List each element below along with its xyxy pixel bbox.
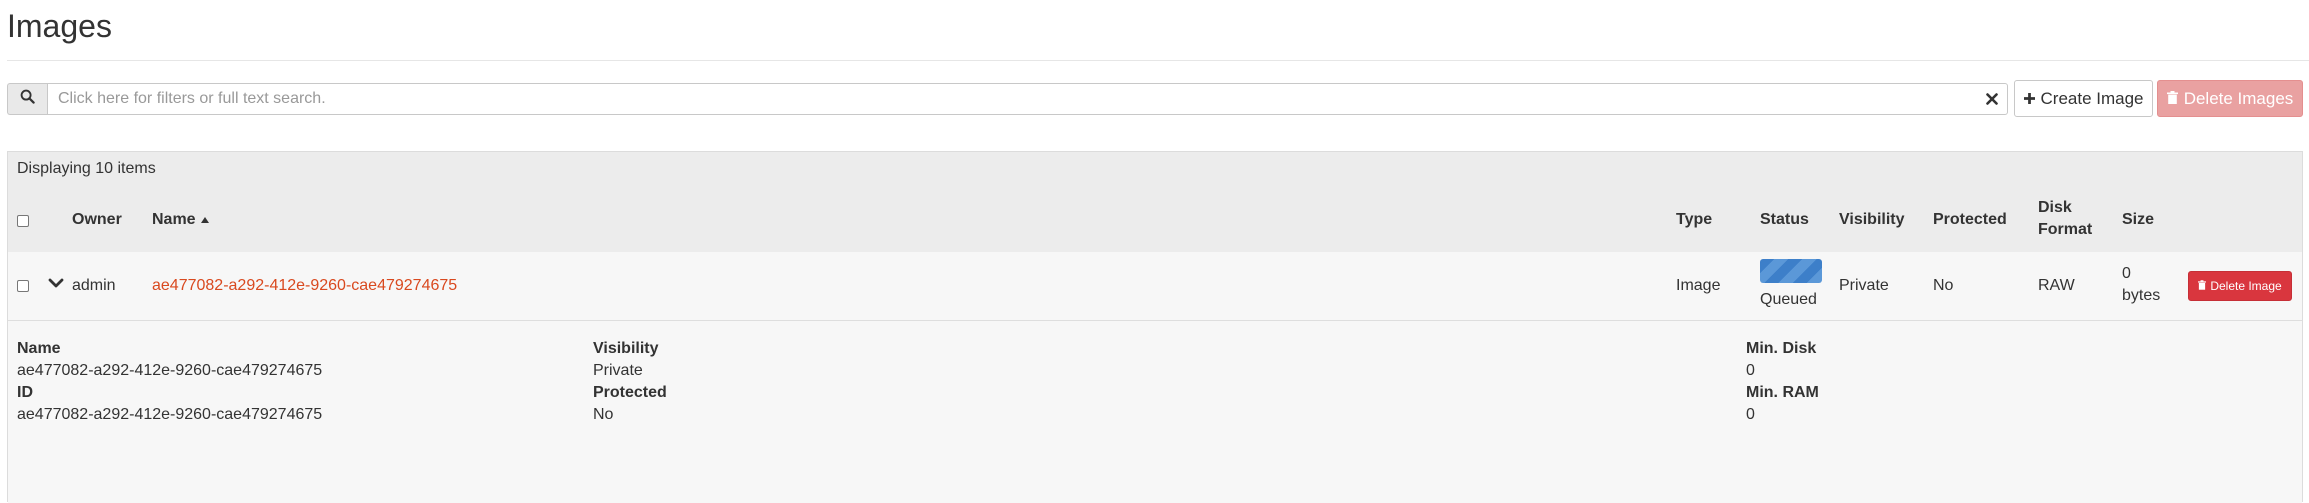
delete-images-label: Delete Images [2183, 88, 2294, 108]
row-size-unit: bytes [2122, 287, 2161, 304]
row-visibility: Private [1839, 277, 1889, 294]
delete-image-label: Delete Image [2210, 279, 2282, 293]
create-image-label: Create Image [2040, 88, 2144, 108]
column-disk-format[interactable]: Disk Format [2038, 197, 2092, 241]
column-size[interactable]: Size [2122, 209, 2154, 231]
column-status[interactable]: Status [1760, 209, 1809, 231]
detail-id-value: ae477082-a292-412e-9260-cae479274675 [17, 406, 323, 423]
row-detail-panel: Name ae477082-a292-412e-9260-cae47927467… [8, 321, 2302, 503]
row-checkbox[interactable] [17, 280, 29, 292]
search-input[interactable] [47, 83, 2008, 115]
row-size-value: 0 [2122, 265, 2131, 282]
page-title: Images [7, 8, 112, 44]
detail-min-disk-value: 0 [1746, 362, 1755, 379]
detail-protected-value: No [593, 406, 614, 423]
detail-name-label: Name [17, 340, 61, 357]
column-owner[interactable]: Owner [72, 209, 122, 231]
column-name[interactable]: Name [152, 209, 210, 231]
delete-images-button[interactable]: Delete Images [2157, 80, 2303, 117]
row-protected: No [1933, 277, 1954, 294]
detail-protected-label: Protected [593, 384, 667, 401]
select-all-checkbox[interactable] [17, 215, 29, 227]
plus-icon [2023, 89, 2035, 109]
detail-id-label: ID [17, 384, 33, 401]
detail-visibility-value: Private [593, 362, 643, 379]
images-table: Displaying 10 items Owner Name Type Stat… [7, 151, 2303, 503]
column-protected[interactable]: Protected [1933, 209, 2007, 231]
table-header: Displaying 10 items Owner Name Type Stat… [8, 152, 2302, 253]
detail-name-value: ae477082-a292-412e-9260-cae479274675 [17, 362, 323, 379]
sort-ascending-icon [200, 209, 210, 231]
column-disk-format-line1: Disk [2038, 199, 2072, 216]
table-row: admin ae477082-a292-412e-9260-cae4792746… [8, 252, 2302, 321]
item-count: Displaying 10 items [17, 160, 156, 177]
delete-image-button[interactable]: Delete Image [2188, 271, 2292, 301]
row-name-link[interactable]: ae477082-a292-412e-9260-cae479274675 [152, 275, 457, 297]
row-type: Image [1676, 277, 1721, 294]
trash-icon [2198, 279, 2207, 293]
row-disk-format: RAW [2038, 277, 2075, 294]
search-addon[interactable] [7, 83, 47, 115]
create-image-button[interactable]: Create Image [2014, 80, 2153, 117]
clear-search-icon[interactable] [1982, 89, 2002, 109]
detail-min-disk-label: Min. Disk [1746, 340, 1817, 357]
detail-min-ram-value: 0 [1746, 406, 1755, 423]
trash-icon [2166, 89, 2178, 109]
column-type[interactable]: Type [1676, 209, 1712, 231]
detail-visibility-label: Visibility [593, 340, 659, 357]
column-name-label: Name [152, 211, 196, 228]
row-status: Queued [1760, 291, 1817, 308]
column-visibility[interactable]: Visibility [1839, 209, 1905, 231]
row-owner: admin [72, 277, 116, 294]
search-icon [20, 89, 35, 109]
title-divider [7, 60, 2309, 61]
column-disk-format-line2: Format [2038, 221, 2093, 238]
status-progress-bar [1760, 259, 1822, 283]
detail-min-ram-label: Min. RAM [1746, 384, 1819, 401]
expand-row-icon[interactable] [48, 276, 64, 294]
row-size: 0 bytes [2122, 263, 2160, 307]
